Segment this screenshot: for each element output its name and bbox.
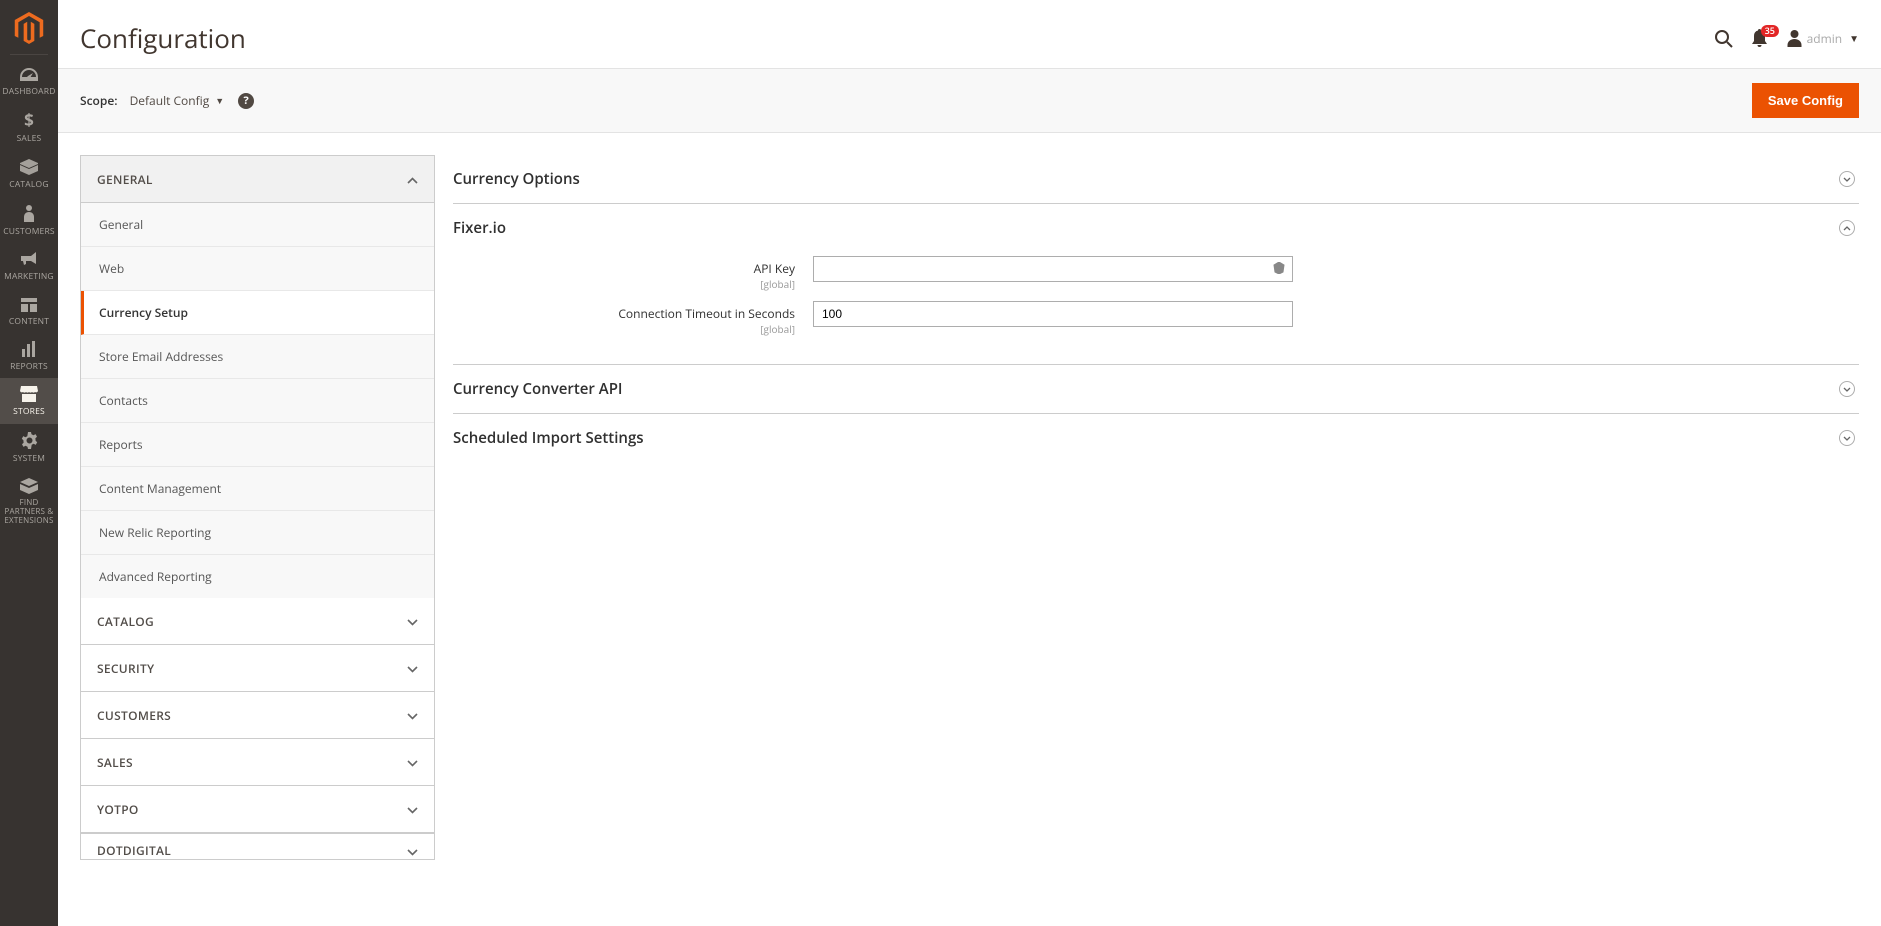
tab-item-store-email[interactable]: Store Email Addresses	[81, 335, 434, 379]
section-header-currency-options[interactable]: Currency Options	[453, 155, 1859, 203]
api-key-input[interactable]	[813, 256, 1293, 282]
caret-down-icon: ▼	[1849, 31, 1859, 45]
tab-security[interactable]: SECURITY	[81, 645, 434, 692]
person-icon	[23, 204, 35, 225]
dollar-icon: $	[23, 111, 35, 132]
nav-partners[interactable]: FIND PARTNERS & EXTENSIONS	[0, 470, 58, 532]
nav-marketing[interactable]: MARKETING	[0, 243, 58, 288]
section-fixer-io: Fixer.io API Key [global]	[453, 204, 1859, 365]
nav-stores[interactable]: STORES	[0, 378, 58, 423]
tab-item-advanced-reporting[interactable]: Advanced Reporting	[81, 555, 434, 598]
field-connection-timeout: Connection Timeout in Seconds [global]	[453, 301, 1859, 336]
chevron-down-icon	[407, 612, 418, 630]
scope-help-icon[interactable]: ?	[238, 93, 254, 109]
chevron-down-icon	[407, 659, 418, 677]
page-title: Configuration	[80, 20, 1714, 56]
nav-customers[interactable]: CUSTOMERS	[0, 196, 58, 243]
nav-system[interactable]: SYSTEM	[0, 424, 58, 470]
timeout-input[interactable]	[813, 301, 1293, 327]
chevron-up-icon	[407, 170, 418, 188]
notification-badge: 35	[1761, 25, 1779, 38]
chevron-down-icon	[407, 842, 418, 860]
section-header-fixer-io[interactable]: Fixer.io	[453, 204, 1859, 252]
chevron-down-icon	[407, 706, 418, 724]
section-currency-options: Currency Options	[453, 155, 1859, 204]
scope-bar: Scope: Default Config ▼ ? Save Config	[58, 68, 1881, 133]
gear-icon	[21, 432, 38, 452]
section-scheduled-import: Scheduled Import Settings	[453, 414, 1859, 462]
tab-dotdigital[interactable]: DOTDIGITAL	[81, 833, 434, 859]
tab-yotpo[interactable]: YOTPO	[81, 786, 434, 833]
config-tabs-panel: GENERAL General Web Currency Setup Store…	[80, 155, 435, 860]
section-currency-converter-api: Currency Converter API	[453, 365, 1859, 414]
tab-item-content-management[interactable]: Content Management	[81, 467, 434, 511]
admin-username: admin	[1807, 30, 1843, 47]
settings-panel: Currency Options Fixer.io API Key [globa…	[453, 155, 1859, 462]
box-icon	[20, 159, 38, 178]
lock-icon	[1273, 261, 1285, 278]
tab-item-new-relic[interactable]: New Relic Reporting	[81, 511, 434, 555]
tab-item-contacts[interactable]: Contacts	[81, 379, 434, 423]
dashboard-icon	[20, 67, 38, 85]
admin-user-menu[interactable]: admin ▼	[1786, 29, 1859, 47]
tab-item-reports[interactable]: Reports	[81, 423, 434, 467]
store-icon	[20, 386, 38, 405]
tab-sales[interactable]: SALES	[81, 739, 434, 786]
nav-dashboard[interactable]: DASHBOARD	[0, 59, 58, 103]
search-icon[interactable]	[1714, 29, 1733, 48]
page-header: Configuration 35 admin ▼	[58, 0, 1881, 68]
nav-catalog[interactable]: CATALOG	[0, 151, 58, 196]
megaphone-icon	[20, 251, 38, 270]
partners-icon	[20, 478, 38, 497]
tab-item-currency-setup[interactable]: Currency Setup	[81, 291, 434, 335]
collapse-icon	[1839, 381, 1855, 397]
collapse-icon	[1839, 430, 1855, 446]
tab-customers[interactable]: CUSTOMERS	[81, 692, 434, 739]
field-api-key: API Key [global]	[453, 256, 1859, 291]
nav-sales[interactable]: $ SALES	[0, 103, 58, 150]
tab-item-web[interactable]: Web	[81, 247, 434, 291]
scope-label: Scope:	[80, 92, 118, 109]
nav-content[interactable]: CONTENT	[0, 289, 58, 333]
notifications-icon[interactable]: 35	[1751, 29, 1768, 48]
section-header-scheduled-import[interactable]: Scheduled Import Settings	[453, 414, 1859, 462]
tab-catalog[interactable]: CATALOG	[81, 598, 434, 645]
nav-reports[interactable]: REPORTS	[0, 333, 58, 378]
tab-item-general[interactable]: General	[81, 203, 434, 247]
scope-selector[interactable]: Default Config ▼	[130, 92, 225, 109]
save-config-button[interactable]: Save Config	[1752, 83, 1859, 118]
tab-general[interactable]: GENERAL	[81, 156, 434, 203]
svg-text:$: $	[24, 111, 34, 129]
expand-icon	[1839, 220, 1855, 236]
user-icon	[1786, 29, 1803, 47]
chevron-down-icon	[407, 753, 418, 771]
admin-sidebar: DASHBOARD $ SALES CATALOG CUSTOMERS MARK…	[0, 0, 58, 926]
collapse-icon	[1839, 171, 1855, 187]
chevron-down-icon	[407, 800, 418, 818]
blocks-icon	[21, 297, 37, 315]
nav-divider	[10, 54, 48, 55]
caret-down-icon: ▼	[215, 94, 224, 107]
bars-icon	[21, 341, 37, 360]
section-header-currency-converter-api[interactable]: Currency Converter API	[453, 365, 1859, 413]
magento-logo[interactable]	[0, 0, 58, 54]
